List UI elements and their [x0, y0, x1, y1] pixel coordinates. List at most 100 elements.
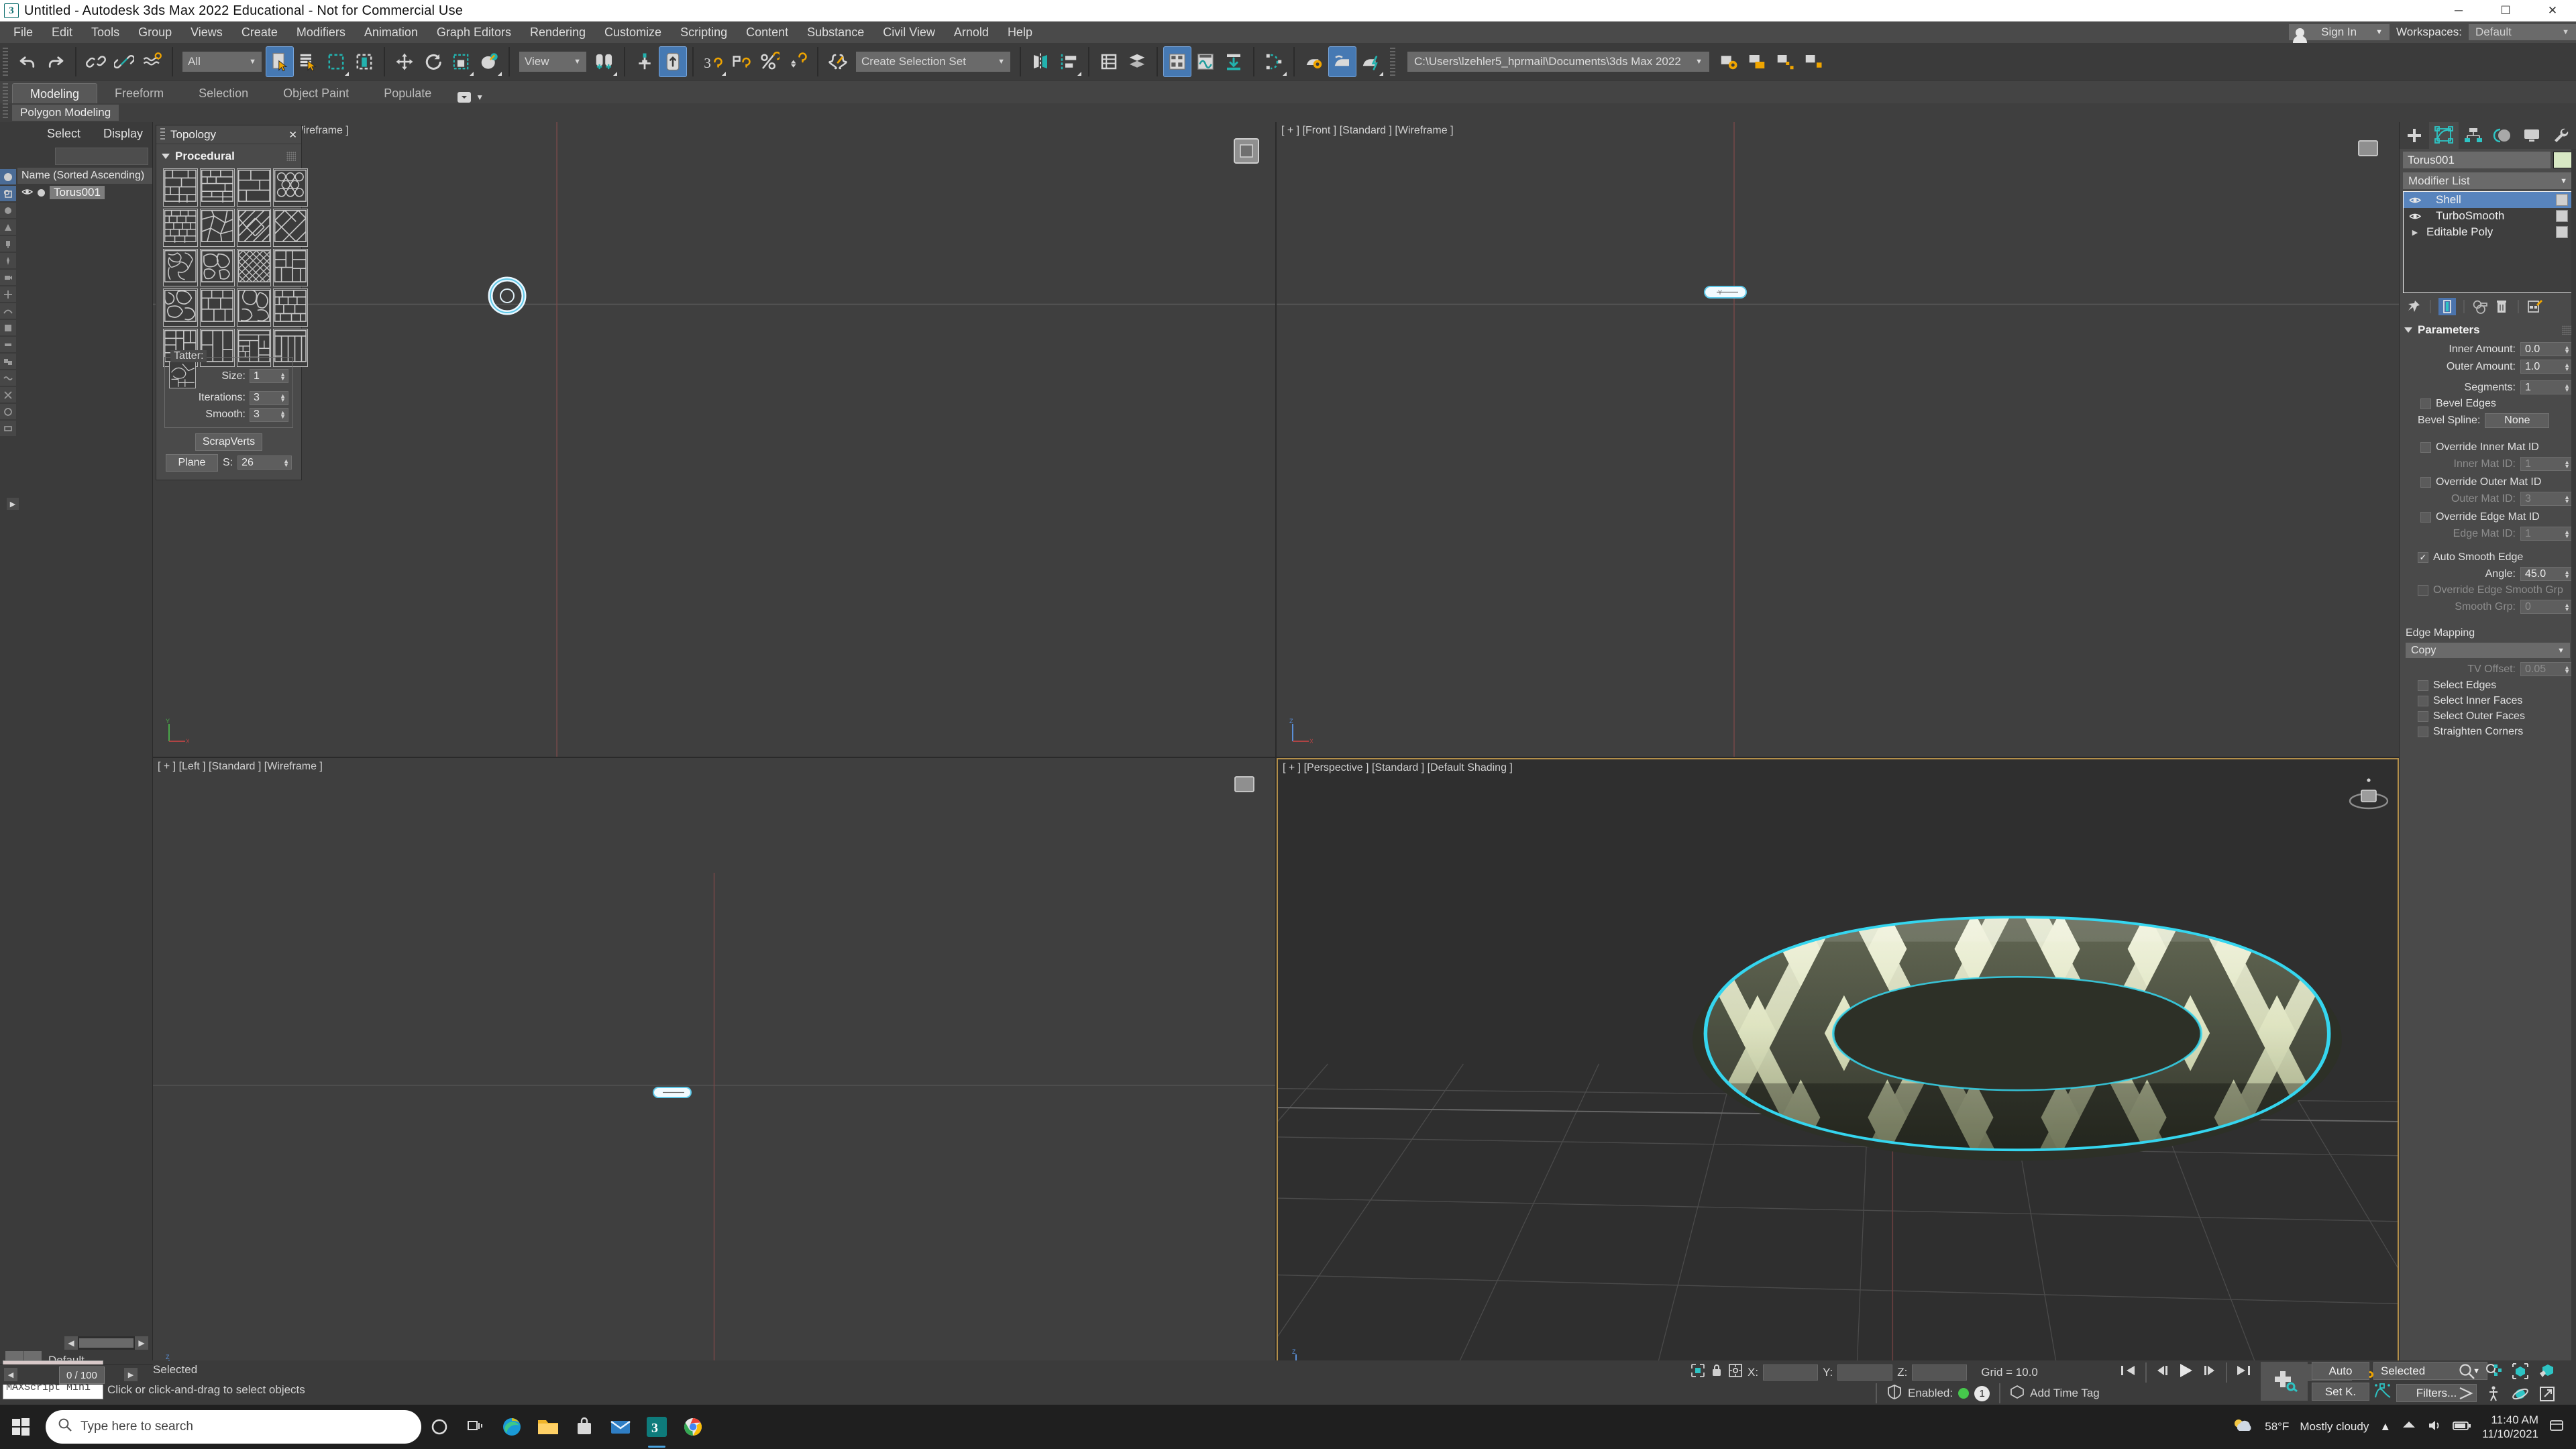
- taskbar-clock[interactable]: 11:40 AM 11/10/2021: [2482, 1413, 2538, 1442]
- next-frame-icon[interactable]: [2200, 1362, 2218, 1382]
- pattern-swatch[interactable]: [163, 288, 198, 327]
- pattern-swatch[interactable]: [236, 208, 272, 247]
- time-tag-icon[interactable]: [2010, 1385, 2025, 1403]
- view-cube-left[interactable]: [1228, 769, 1265, 805]
- view-cube-perspective[interactable]: [2347, 777, 2389, 813]
- window-crossing-icon[interactable]: [350, 46, 378, 77]
- menu-content[interactable]: Content: [737, 21, 798, 43]
- bevel-edges-row[interactable]: Bevel Edges: [2403, 398, 2573, 410]
- close-icon[interactable]: ✕: [288, 129, 297, 141]
- pattern-swatch[interactable]: [236, 168, 272, 207]
- tab-populate[interactable]: Populate: [366, 83, 449, 103]
- maximize-viewport-icon[interactable]: [2536, 1385, 2559, 1403]
- override-outer-mat-checkbox[interactable]: [2420, 477, 2431, 488]
- pattern-swatch[interactable]: [273, 288, 308, 327]
- torus001-mesh[interactable]: [1692, 911, 2342, 1164]
- outer-amount-input[interactable]: 1.0 ▲ ▼: [2520, 360, 2573, 374]
- polygon-modeling-label[interactable]: Polygon Modeling: [12, 105, 119, 121]
- tatter-smooth-input[interactable]: 3 ▲ ▼: [250, 407, 288, 422]
- align-icon[interactable]: [659, 46, 687, 77]
- select-groups-icon[interactable]: [0, 354, 16, 369]
- time-slider-handle[interactable]: 0 / 100: [59, 1366, 105, 1384]
- select-bones-icon[interactable]: [0, 337, 16, 352]
- pattern-swatch[interactable]: [163, 248, 198, 287]
- scrap-verts-button[interactable]: ScrapVerts: [195, 433, 263, 451]
- weather-icon[interactable]: [2231, 1417, 2254, 1438]
- layer-stack-icon[interactable]: [1123, 46, 1151, 77]
- task-view-icon[interactable]: [458, 1405, 494, 1449]
- tab-modeling[interactable]: Modeling: [12, 83, 98, 103]
- procedural-rollout-header[interactable]: Procedural: [160, 148, 297, 167]
- bind-space-warp-icon[interactable]: [138, 46, 166, 77]
- scroll-right-icon[interactable]: ▶: [135, 1336, 148, 1350]
- modifier-list-dropdown[interactable]: Modifier List ▼: [2403, 172, 2573, 189]
- select-shapes-icon[interactable]: [0, 303, 16, 319]
- set-key-button[interactable]: [2261, 1362, 2308, 1401]
- select-outer-faces-row[interactable]: Select Outer Faces: [2403, 710, 2573, 722]
- enabled-count-badge[interactable]: 1: [1974, 1385, 1990, 1401]
- selection-lock-icon[interactable]: [1710, 1363, 1723, 1381]
- scene-explorer-row[interactable]: Torus001: [17, 184, 152, 201]
- display-tab[interactable]: [2517, 122, 2546, 149]
- play-animation-icon[interactable]: [2176, 1362, 2196, 1383]
- menu-substance[interactable]: Substance: [798, 21, 873, 43]
- viewport-front[interactable]: [ + ] [Front ] [Standard ] [Wireframe ] …: [1277, 122, 2399, 757]
- scene-explorer-hscrollbar[interactable]: ◀ ▶: [64, 1336, 148, 1350]
- particle-view-icon[interactable]: [1260, 46, 1288, 77]
- pattern-swatch[interactable]: [236, 248, 272, 287]
- show-hidden-icons-icon[interactable]: ▲: [2379, 1420, 2391, 1434]
- goto-end-icon[interactable]: [2235, 1362, 2253, 1382]
- project-path-dropdown[interactable]: C:\Users\lzehler5_hprmail\Documents\3ds …: [1407, 51, 1709, 72]
- scene-explorer-expand-button[interactable]: ▶: [7, 498, 19, 510]
- auto-smooth-edge-checkbox[interactable]: ✓: [2418, 552, 2428, 563]
- select-lights-icon[interactable]: [0, 253, 16, 268]
- workspaces-dropdown[interactable]: Default ▼: [2469, 24, 2576, 40]
- goto-start-icon[interactable]: [2120, 1362, 2137, 1382]
- menu-edit[interactable]: Edit: [42, 21, 82, 43]
- key-tangent-icon[interactable]: [2373, 1383, 2392, 1403]
- schematic-view-icon[interactable]: [1191, 46, 1220, 77]
- pattern-swatch[interactable]: [163, 208, 198, 247]
- menu-tools[interactable]: Tools: [82, 21, 129, 43]
- se-tab-select[interactable]: Select: [47, 127, 80, 141]
- override-inner-mat-row[interactable]: Override Inner Mat ID: [2403, 441, 2573, 453]
- rendered-frame-window-icon[interactable]: [1328, 46, 1356, 77]
- ribbon-minimize-button[interactable]: ▼: [457, 91, 484, 103]
- select-similar-icon[interactable]: [0, 186, 16, 201]
- tatter-size-input[interactable]: 1 ▲ ▼: [250, 369, 288, 384]
- plane-s-input[interactable]: 26 ▲ ▼: [237, 455, 292, 470]
- chrome-icon[interactable]: [675, 1405, 711, 1449]
- walkthrough-icon[interactable]: [2482, 1385, 2505, 1403]
- menu-create[interactable]: Create: [232, 21, 287, 43]
- viewport-perspective[interactable]: [ + ] [Perspective ] [Standard ] [Defaul…: [1277, 758, 2399, 1393]
- notifications-icon[interactable]: [2549, 1419, 2564, 1436]
- pattern-swatch[interactable]: [199, 288, 235, 327]
- project-settings-icon[interactable]: [1715, 46, 1743, 77]
- create-tab[interactable]: [2400, 122, 2429, 149]
- select-xrefs-icon[interactable]: [0, 387, 16, 402]
- scene-explorer-search-input[interactable]: [55, 148, 148, 165]
- select-edges-row[interactable]: Select Edges: [2403, 680, 2573, 692]
- rect-select-region-icon[interactable]: [322, 46, 350, 77]
- make-unique-icon[interactable]: [2472, 298, 2489, 315]
- zoom-icon[interactable]: [2455, 1362, 2478, 1381]
- absolute-relative-toggle-icon[interactable]: [1728, 1363, 1743, 1381]
- se-tab-display[interactable]: Display: [103, 127, 143, 141]
- menu-help[interactable]: Help: [998, 21, 1042, 43]
- selection-set-dropdown[interactable]: Create Selection Set ▼: [856, 51, 1010, 72]
- modifier-toggle-box[interactable]: [2556, 226, 2568, 238]
- eye-icon[interactable]: [2404, 196, 2426, 205]
- select-cameras-icon[interactable]: [0, 270, 16, 285]
- viewport-front-label[interactable]: [ + ] [Front ] [Standard ] [Wireframe ]: [1281, 125, 1454, 137]
- selection-filter-dropdown[interactable]: All ▼: [182, 51, 262, 72]
- 3dsmax-icon[interactable]: 3: [639, 1405, 675, 1449]
- maximize-button[interactable]: ☐: [2482, 0, 2529, 21]
- reference-coord-dropdown[interactable]: View ▼: [519, 51, 586, 72]
- pattern-swatch[interactable]: [273, 208, 308, 247]
- zoom-all-icon[interactable]: [2482, 1362, 2505, 1381]
- percent-snap-icon[interactable]: [755, 46, 784, 77]
- select-by-name-icon[interactable]: [294, 46, 322, 77]
- select-influences-icon[interactable]: [0, 219, 16, 235]
- menu-animation[interactable]: Animation: [355, 21, 427, 43]
- sign-in-button[interactable]: Sign In ▼: [2289, 24, 2390, 43]
